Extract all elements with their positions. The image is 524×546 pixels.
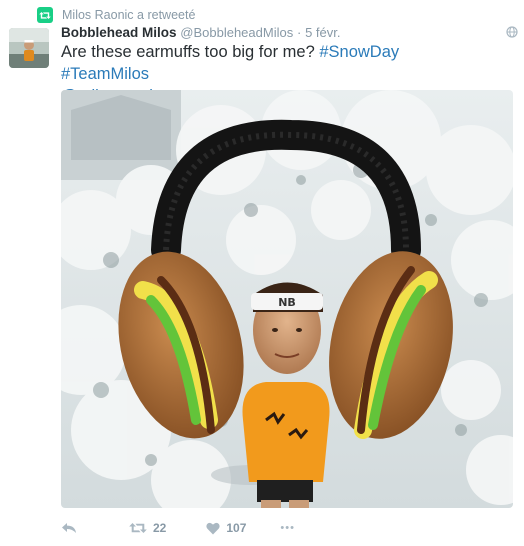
header-separator: · [296, 25, 302, 40]
retweet-context: Milos Raonic a retweeté [37, 7, 195, 23]
avatar[interactable] [9, 28, 49, 68]
hashtag-teammilos[interactable]: #TeamMilos [61, 65, 149, 83]
like-count: 107 [226, 521, 247, 535]
author-handle[interactable]: @BobbleheadMilos [180, 25, 293, 40]
more-button[interactable]: ••• [280, 522, 295, 534]
tweet-media-photo[interactable]: NB [61, 90, 513, 508]
author-name[interactable]: Bobblehead Milos [61, 25, 177, 40]
retweet-context-text[interactable]: Milos Raonic a retweeté [62, 8, 195, 22]
tweet-header: Bobblehead Milos @BobbleheadMilos · 5 fé… [61, 25, 484, 40]
tweet-actions: 22 107 ••• [61, 518, 295, 538]
reply-button[interactable] [61, 522, 77, 534]
retweet-button[interactable]: 22 [129, 521, 166, 535]
hashtag-snowday[interactable]: #SnowDay [319, 43, 399, 61]
retweet-icon [129, 523, 147, 533]
tweet-text-main: Are these earmuffs too big for me? [61, 43, 315, 61]
more-icon: ••• [280, 522, 295, 534]
reply-icon [62, 523, 76, 533]
globe-icon [506, 26, 518, 38]
like-button[interactable]: 107 [206, 521, 246, 535]
retweet-count: 22 [153, 521, 167, 535]
tweet-timestamp[interactable]: 5 févr. [305, 25, 340, 40]
retweet-badge-icon [37, 7, 53, 23]
svg-text:NB: NB [278, 296, 296, 309]
heart-icon [206, 522, 220, 534]
